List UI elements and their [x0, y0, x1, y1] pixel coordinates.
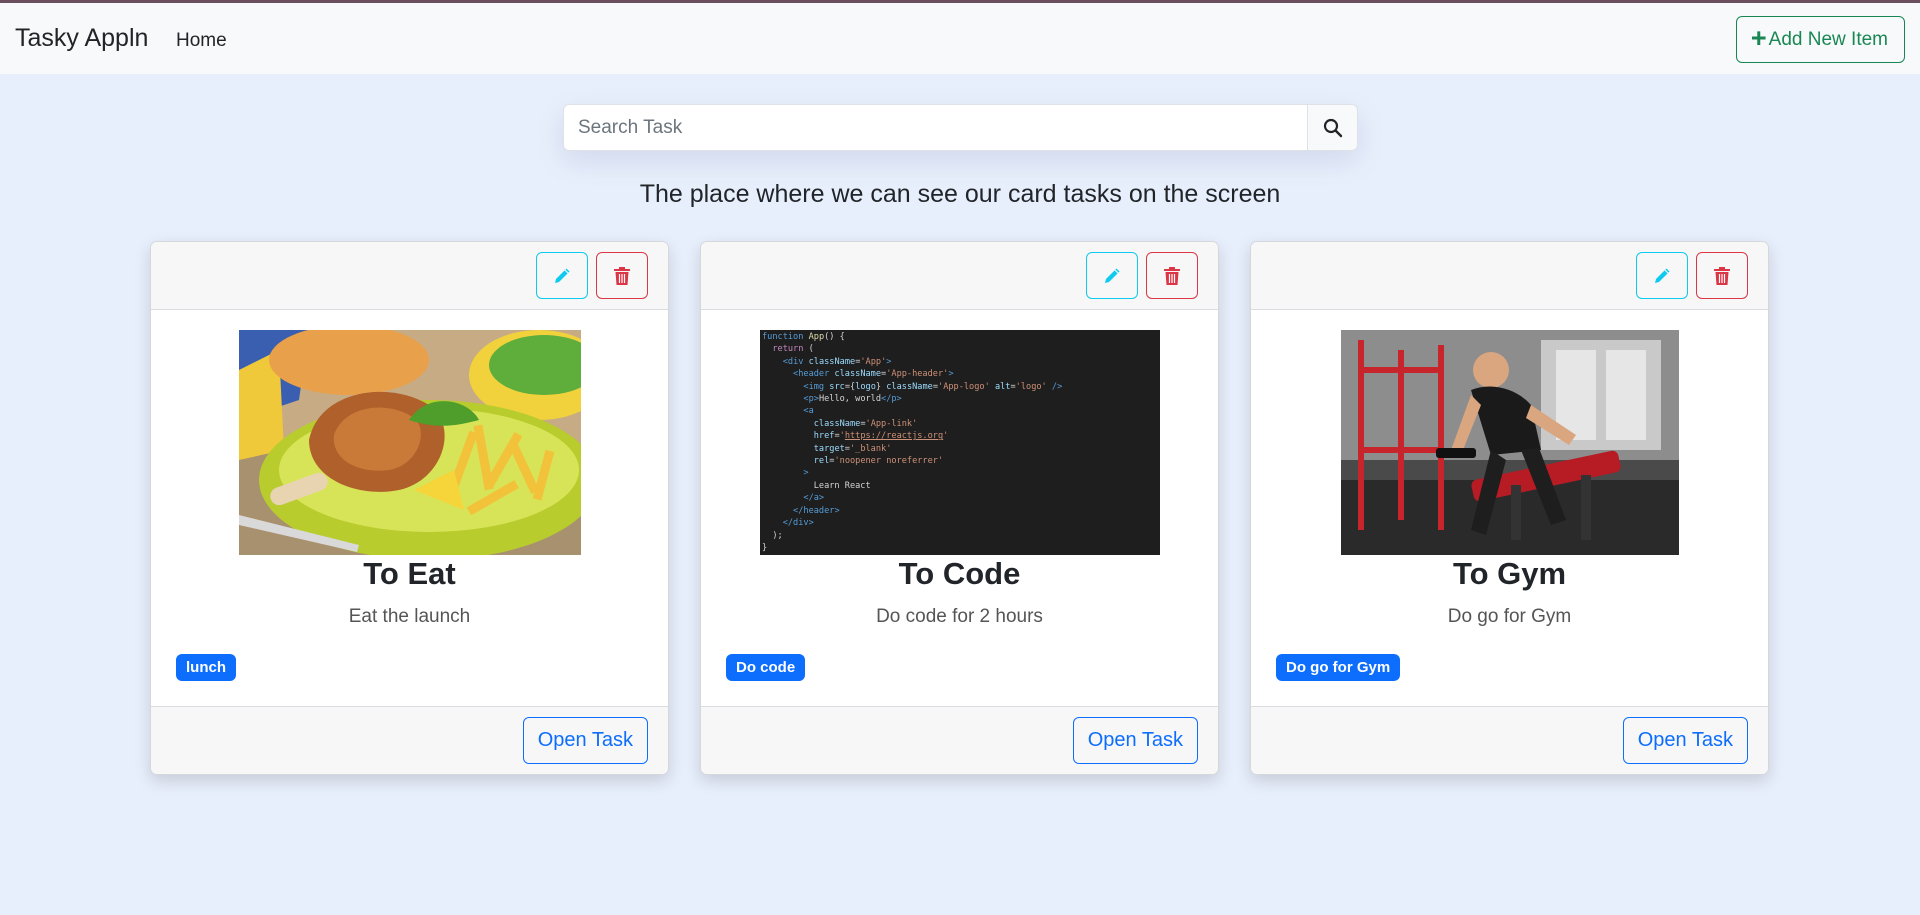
search-icon: [1323, 118, 1342, 137]
trash-icon: [614, 266, 630, 285]
edit-button[interactable]: [1086, 252, 1138, 299]
card-title: To Gym: [1452, 556, 1567, 591]
nav-home-link[interactable]: Home: [176, 30, 227, 52]
code-line: );: [762, 530, 783, 541]
pencil-icon: [1655, 268, 1670, 283]
food-image: [239, 330, 581, 555]
delete-button[interactable]: [596, 252, 648, 299]
code-line: <a: [803, 406, 814, 417]
card-footer: Open Task: [701, 706, 1218, 774]
code-line: <p>Hello, world</p>: [803, 394, 902, 405]
card-body: To Gym Do go for Gym Do go for Gym: [1251, 310, 1768, 707]
delete-button[interactable]: [1146, 252, 1198, 299]
code-line: <img src={logo} className='App-logo' alt…: [803, 381, 1063, 392]
card-footer: Open Task: [151, 706, 668, 774]
open-task-button[interactable]: Open Task: [522, 717, 648, 764]
trash-icon: [1714, 266, 1730, 285]
code-line: target='_blank': [813, 443, 892, 454]
open-task-button[interactable]: Open Task: [1622, 717, 1748, 764]
tag-badge: lunch: [176, 654, 236, 681]
search-button[interactable]: [1307, 104, 1358, 151]
edit-button[interactable]: [1636, 252, 1688, 299]
card-description: Eat the launch: [348, 606, 471, 627]
card-header: [151, 242, 668, 310]
code-line: rel='noopener noreferrer': [813, 456, 944, 467]
code-line: </div>: [782, 518, 814, 529]
plus-icon: +: [1750, 23, 1767, 53]
tag-badge: Do go for Gym: [1276, 654, 1401, 681]
card-description: Do code for 2 hours: [876, 606, 1043, 627]
code-line: href='https://reactjs.org': [813, 431, 949, 442]
card-body: function App() { return ( <div className…: [701, 310, 1218, 707]
code-line: className='App-link': [813, 418, 918, 429]
tag-badge: Do code: [726, 654, 806, 681]
code-line: function App() {: [762, 332, 845, 342]
pencil-icon: [555, 268, 570, 283]
code-line: return (: [772, 344, 814, 355]
page-subtitle: The place where we can see our card task…: [639, 180, 1281, 208]
gym-image: [1341, 330, 1679, 555]
card-body: To Eat Eat the launch lunch: [151, 310, 668, 707]
card-title: To Code: [898, 556, 1021, 591]
pencil-icon: [1105, 268, 1120, 283]
card-description: Do go for Gym: [1447, 606, 1572, 627]
code-line: }: [762, 542, 768, 553]
card-header: [701, 242, 1218, 310]
code-line: </header>: [793, 505, 840, 516]
code-line: <div className='App'>: [782, 356, 892, 367]
task-card: function App() { return ( <div className…: [700, 241, 1219, 775]
edit-button[interactable]: [536, 252, 588, 299]
search-bar: [563, 104, 1358, 151]
navbar: Tasky Appln Home + Add New Item: [0, 3, 1920, 74]
task-card: To Gym Do go for Gym Do go for Gym Open …: [1250, 241, 1769, 775]
add-new-item-label: Add New Item: [1768, 28, 1888, 50]
code-line: Learn React: [762, 480, 871, 491]
task-card: To Eat Eat the launch lunch Open Task: [150, 241, 669, 775]
code-line: </a>: [803, 493, 825, 504]
code-line: <header className='App-header'>: [793, 369, 954, 380]
card-header: [1251, 242, 1768, 310]
card-title: To Eat: [363, 556, 456, 591]
trash-icon: [1164, 266, 1180, 285]
search-input[interactable]: [563, 104, 1307, 151]
code-image: function App() { return ( <div className…: [760, 330, 1160, 555]
add-new-item-button[interactable]: + Add New Item: [1735, 16, 1905, 63]
open-task-button[interactable]: Open Task: [1072, 717, 1198, 764]
card-footer: Open Task: [1251, 706, 1768, 774]
brand-title[interactable]: Tasky Appln: [15, 24, 148, 53]
code-line: >: [803, 468, 809, 479]
delete-button[interactable]: [1696, 252, 1748, 299]
